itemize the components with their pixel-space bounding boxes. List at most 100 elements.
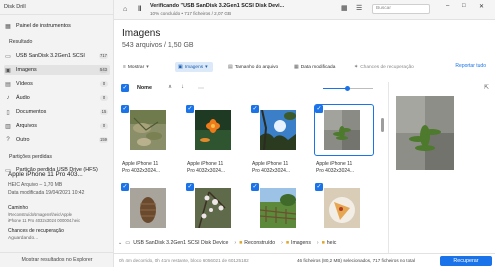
breadcrumb-drive[interactable]: USB SanDisk 3.2Gen1 SCSI Disk Device	[133, 240, 228, 246]
sidebar-item-usb[interactable]: ▭ USB SanDisk 3.2Gen1 SCSI 717	[4, 51, 110, 61]
count-badge: 15	[100, 109, 108, 115]
grid-view-icon[interactable]: ▦	[341, 5, 348, 12]
filter-toolbar: ≡ Mostrar ▾ ▣ Imagens ▾ ▤ Tamanho do arq…	[118, 61, 490, 73]
sidebar-item-label: Imagens	[16, 67, 37, 73]
document-icon: ▯	[6, 109, 10, 116]
date-filter-label: Data modificada	[300, 64, 336, 70]
open-external-icon[interactable]: ⇱	[484, 84, 489, 91]
top-bar: ⌂ ‖ Verificando "USB SanDisk 3.2Gen1 SCS…	[114, 0, 495, 20]
vertical-scrollbar[interactable]	[381, 118, 384, 132]
chevron-right-icon: ›	[316, 240, 319, 246]
sort-direction-icon[interactable]: ↓	[181, 84, 184, 90]
chevron-right-icon: ›	[234, 240, 237, 246]
folder-icon: ■	[321, 240, 325, 246]
sidebar-item-documents[interactable]: ▯ Documentos 15	[4, 107, 110, 117]
audio-icon: ♪	[6, 95, 10, 101]
report-all-link[interactable]: Reportar tudo	[455, 63, 486, 69]
images-filter-label: Imagens	[184, 64, 204, 70]
calendar-icon: ▦	[294, 64, 299, 70]
file-size-icon: ▤	[228, 64, 233, 70]
lost-partitions-heading: Partições perdidas	[9, 154, 52, 160]
recover-button[interactable]: Recuperar	[440, 256, 492, 266]
item-checkbox[interactable]: ✓	[315, 183, 323, 191]
sidebar-item-images[interactable]: ▣ Imagens 543	[4, 65, 110, 75]
sidebar-item-label: Outro	[16, 137, 30, 143]
show-filter-button[interactable]: ≡ Mostrar ▾	[120, 62, 154, 72]
select-all-checkbox[interactable]: ✓	[121, 84, 129, 92]
path-label: Caminho	[8, 205, 29, 211]
image-icon: ▣	[178, 64, 183, 70]
maximize-icon[interactable]: □	[462, 3, 466, 9]
sidebar-item-videos[interactable]: ▤ Vídeos 0	[4, 79, 110, 89]
breadcrumb-images[interactable]: Imagens	[291, 240, 311, 246]
breadcrumb-heic[interactable]: heic	[327, 240, 337, 246]
star-icon: ✶	[354, 64, 359, 70]
item-checkbox[interactable]: ✓	[186, 105, 194, 113]
app-title: Disk Drill	[4, 4, 26, 10]
sidebar-item-label: Vídeos	[16, 81, 33, 87]
chevron-down-icon[interactable]: ⌄	[118, 240, 122, 246]
sidebar-item-dashboard[interactable]: ▦ Painel de instrumentos	[4, 21, 110, 31]
path-value: iPhone 11 Pro 4032x3024 000004.heic	[8, 218, 81, 223]
chances-value: Aguardando...	[8, 236, 39, 241]
sidebar-item-label: Documentos	[16, 109, 47, 115]
item-checkbox[interactable]: ✓	[121, 105, 129, 113]
page-subtitle: 543 arquivos / 1,50 GB	[122, 42, 194, 49]
item-checkbox[interactable]: ✓	[251, 183, 259, 191]
close-icon[interactable]: ✕	[479, 3, 484, 10]
preview-modified-date: Data modificada 19/04/2021 10:42	[8, 190, 85, 196]
item-checkbox[interactable]: ✓	[315, 105, 323, 113]
item-checkbox[interactable]: ✓	[121, 183, 129, 191]
count-badge: 717	[99, 53, 108, 59]
selection-status: 46 ficheiros (80,2 MB) selecionados, 717…	[297, 258, 415, 263]
minimize-icon[interactable]: –	[446, 3, 449, 9]
file-size-filter-button[interactable]: ▤ Tamanho do arquivo	[225, 62, 281, 72]
date-filter-button[interactable]: ▦ Data modificada	[291, 62, 338, 72]
thumbnail-rocks-plant	[324, 110, 360, 150]
breadcrumb: ⌄ ▭ USB SanDisk 3.2Gen1 SCSI Disk Device…	[114, 237, 388, 249]
count-badge: 543	[99, 67, 108, 73]
item-caption: Apple iPhone 11 Pro 4032x3024...	[252, 161, 291, 174]
path-value: \Reconstruído\Imagens\heic\Apple	[8, 212, 73, 217]
sidebar-item-archives[interactable]: ▥ Arquivos 0	[4, 121, 110, 131]
sidebar-item-label: Painel de instrumentos	[16, 23, 71, 29]
item-checkbox[interactable]: ✓	[186, 183, 194, 191]
home-icon[interactable]: ⌂	[123, 6, 127, 13]
count-badge: 0	[100, 81, 108, 87]
item-checkbox[interactable]: ✓	[251, 105, 259, 113]
status-bar: 0h 4m decorrido, 0h 41m restante, bloco …	[114, 253, 495, 267]
show-in-explorer-link[interactable]: Mostrar resultados no Explorer	[0, 253, 114, 267]
scan-progress: 10% concluído • 717 ficheiros / 2,07 GB	[150, 11, 232, 16]
item-caption: Apple iPhone 11 Pro 4032x3024...	[122, 161, 161, 174]
drive-icon: ▭	[5, 53, 11, 60]
sidebar-item-label: Áudio	[16, 95, 30, 101]
sidebar-item-other[interactable]: ? Outro 159	[4, 135, 110, 145]
sidebar-item-label: USB SanDisk 3.2Gen1 SCSI	[16, 53, 85, 59]
sidebar-item-audio[interactable]: ♪ Áudio 0	[4, 93, 110, 103]
pause-icon[interactable]: ‖	[138, 6, 141, 13]
scan-title: Verificando "USB SanDisk 3.2Gen1 SCSI Di…	[150, 3, 285, 9]
more-icon[interactable]: ⋯	[198, 85, 204, 92]
other-icon: ?	[6, 137, 10, 143]
thumbnail-sky-tree	[260, 110, 296, 150]
images-filter-button[interactable]: ▣ Imagens ▾	[175, 62, 213, 72]
item-caption: Apple iPhone 11 Pro 4032x3024...	[187, 161, 226, 174]
thumbnail-fence-field	[260, 188, 296, 228]
list-view-icon[interactable]: ☰	[356, 5, 362, 12]
name-column[interactable]: Nome	[137, 85, 152, 91]
sort-icon[interactable]: ∧	[168, 84, 172, 90]
folder-icon: ■	[239, 240, 243, 246]
archive-icon: ▥	[5, 123, 11, 130]
count-badge: 0	[100, 123, 108, 129]
chances-filter-button[interactable]: ✶ Chances de recuperação	[351, 62, 417, 72]
dashboard-icon: ▦	[5, 23, 11, 30]
thumbnail-pizza-plate	[324, 188, 360, 228]
preview-title: Apple iPhone 11 Pro 403...	[8, 171, 83, 178]
folder-icon: ■	[285, 240, 290, 246]
zoom-slider-thumb[interactable]	[345, 86, 350, 91]
result-heading: Resultado	[9, 39, 33, 45]
breadcrumb-reconstructed[interactable]: Reconstruído	[244, 240, 275, 246]
divider	[0, 14, 113, 15]
page-title: Imagens	[122, 28, 161, 39]
search-input[interactable]: Buscar	[372, 4, 430, 14]
